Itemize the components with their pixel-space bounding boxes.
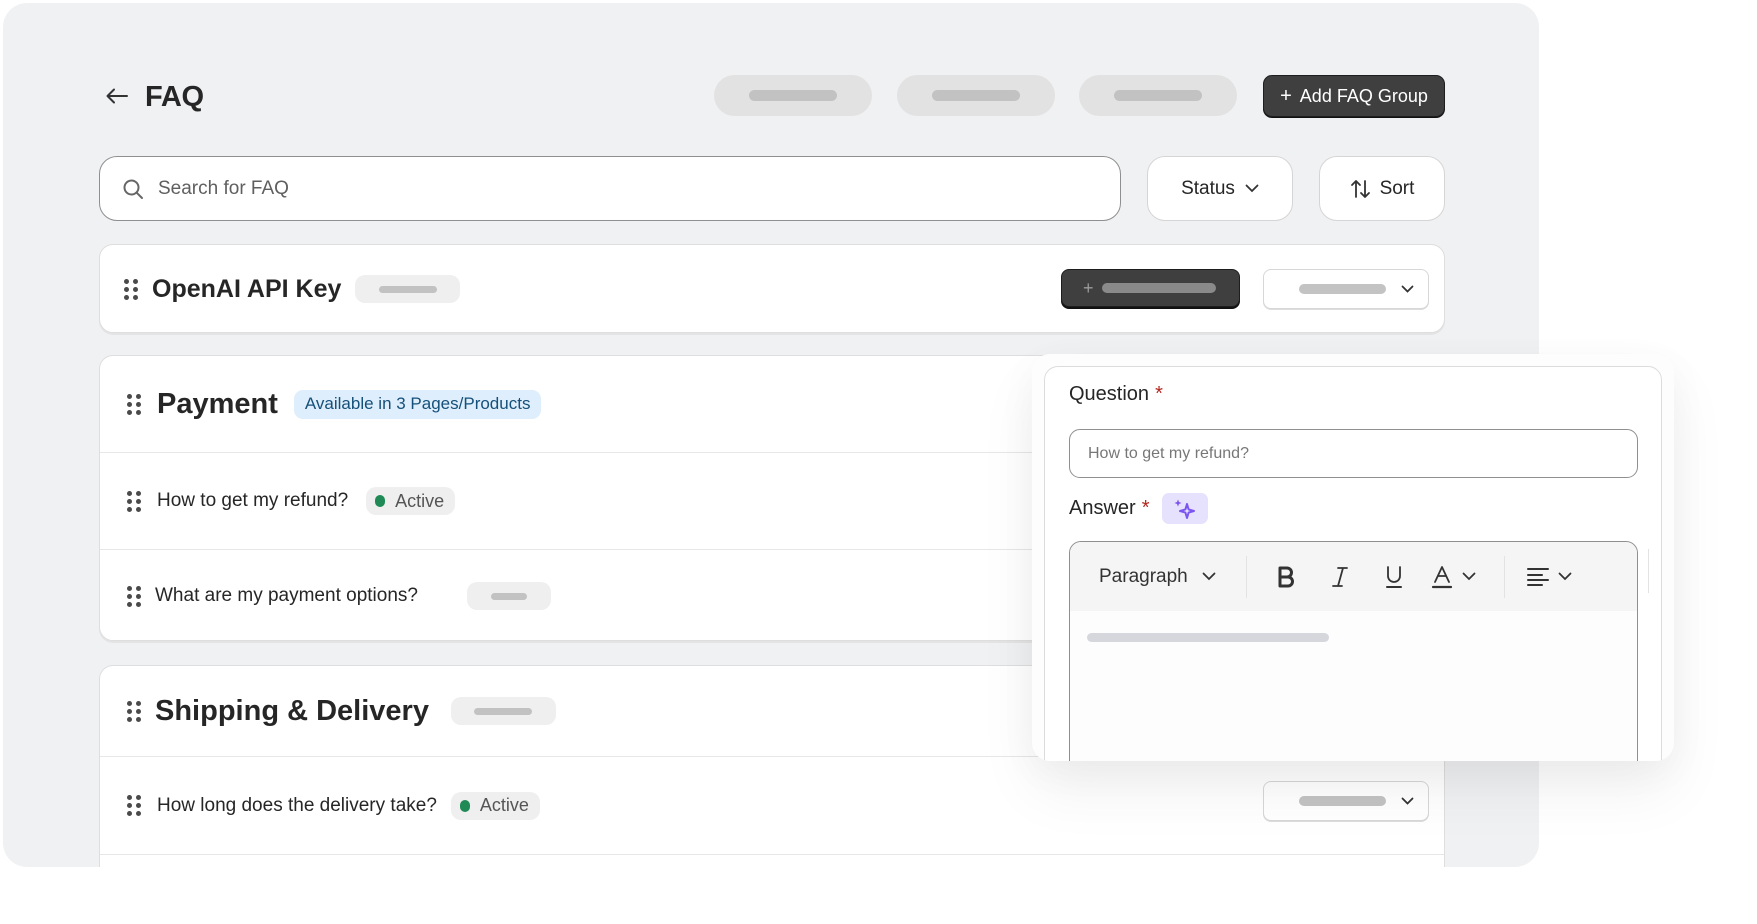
faq-question: How long does the delivery take? <box>157 794 437 816</box>
group-badge-placeholder <box>450 697 556 725</box>
sort-arrows-icon <box>1350 179 1370 198</box>
faq-item-row[interactable]: How long does the delivery take? Active <box>100 756 1444 854</box>
item-status-select[interactable] <box>1263 781 1429 821</box>
editor-toolbar: Paragraph <box>1070 542 1637 611</box>
bold-button[interactable] <box>1269 560 1303 594</box>
placeholder-bar <box>378 285 437 293</box>
search-input[interactable] <box>158 177 1058 200</box>
faq-editor-card: Question * Answer * Paragraph <box>1044 366 1662 761</box>
back-button[interactable] <box>104 83 130 109</box>
faq-group-card: OpenAI API Key + <box>99 244 1445 333</box>
chevron-down-icon <box>1462 572 1476 581</box>
toolbar-divider <box>1503 555 1505 598</box>
question-input[interactable] <box>1069 429 1638 478</box>
placeholder-bar <box>474 707 533 715</box>
add-faq-group-label: Add FAQ Group <box>1299 85 1428 106</box>
status-label: Active <box>395 490 445 511</box>
drag-handle-icon[interactable] <box>127 795 141 816</box>
bold-icon <box>1278 566 1294 587</box>
drag-handle-icon[interactable] <box>127 490 141 512</box>
required-mark: * <box>1155 383 1163 405</box>
italic-icon <box>1331 566 1348 587</box>
required-mark: * <box>1141 497 1150 519</box>
placeholder-bar <box>1299 796 1386 806</box>
sort-button[interactable]: Sort <box>1319 156 1445 221</box>
group-title: Shipping & Delivery <box>155 694 429 727</box>
group-badge-placeholder <box>355 275 461 303</box>
chevron-down-icon <box>1558 572 1572 581</box>
placeholder-pill[interactable] <box>1079 75 1237 116</box>
status-dot-icon <box>375 495 386 507</box>
status-filter-label: Status <box>1181 177 1235 199</box>
answer-label-text: Answer <box>1069 497 1136 519</box>
chevron-down-icon <box>1202 572 1216 581</box>
text-color-icon <box>1431 565 1452 588</box>
chevron-down-icon <box>1245 184 1259 193</box>
sort-label: Sort <box>1379 177 1415 199</box>
text-color-dropdown[interactable] <box>1431 565 1476 589</box>
placeholder-bar <box>932 90 1020 101</box>
plus-icon: + <box>1280 84 1292 107</box>
plus-icon: + <box>1083 277 1094 298</box>
paragraph-style-label: Paragraph <box>1099 565 1188 587</box>
faq-item-row[interactable] <box>100 854 1444 867</box>
status-badge-placeholder <box>466 582 551 610</box>
status-badge: Active <box>366 487 456 515</box>
question-label: Question * <box>1069 383 1163 406</box>
placeholder-bar <box>749 90 837 101</box>
chevron-down-icon <box>1401 285 1414 293</box>
group-header: OpenAI API Key <box>100 245 1444 333</box>
placeholder-bar <box>1114 90 1202 101</box>
placeholder-bar <box>1101 283 1216 293</box>
drag-handle-icon[interactable] <box>127 700 141 722</box>
ai-generate-button[interactable] <box>1161 493 1208 524</box>
align-dropdown[interactable] <box>1526 567 1572 587</box>
search-icon <box>123 179 143 199</box>
faq-question: How to get my refund? <box>157 490 349 511</box>
add-faq-group-button[interactable]: + Add FAQ Group <box>1263 75 1445 117</box>
status-badge: Active <box>450 791 540 820</box>
underline-button[interactable] <box>1377 560 1411 594</box>
placeholder-bar <box>1299 284 1386 294</box>
italic-button[interactable] <box>1323 560 1357 594</box>
arrow-left-icon <box>106 88 128 104</box>
placeholder-bar <box>490 592 527 600</box>
chevron-down-icon <box>1401 797 1414 805</box>
availability-badge: Available in 3 Pages/Products <box>293 389 542 419</box>
underline-icon <box>1385 565 1402 588</box>
status-dot-icon <box>459 799 470 812</box>
toolbar-divider <box>1648 549 1649 593</box>
paragraph-style-dropdown[interactable]: Paragraph <box>1099 566 1216 588</box>
group-status-select[interactable] <box>1263 269 1429 309</box>
faq-editor-popup: Question * Answer * Paragraph <box>1032 354 1674 761</box>
answer-label: Answer * <box>1069 493 1208 524</box>
placeholder-bar <box>1087 633 1329 642</box>
search-field[interactable] <box>99 156 1121 221</box>
group-title: Payment <box>157 387 278 420</box>
drag-handle-icon[interactable] <box>124 278 138 300</box>
sparkle-icon <box>1174 499 1195 519</box>
placeholder-pill[interactable] <box>714 75 872 116</box>
placeholder-pill[interactable] <box>897 75 1055 116</box>
status-filter-button[interactable]: Status <box>1147 156 1293 221</box>
page-title: FAQ <box>145 81 204 113</box>
drag-handle-icon[interactable] <box>127 393 141 415</box>
editor-content-area[interactable] <box>1070 611 1637 664</box>
answer-rich-text-editor[interactable]: Paragraph <box>1069 541 1638 761</box>
faq-question: What are my payment options? <box>155 585 418 606</box>
question-label-text: Question <box>1069 383 1150 405</box>
align-left-icon <box>1526 567 1549 586</box>
add-question-button[interactable]: + <box>1061 269 1240 307</box>
status-label: Active <box>479 795 529 815</box>
group-title: OpenAI API Key <box>152 274 342 303</box>
toolbar-divider <box>1245 555 1247 598</box>
drag-handle-icon[interactable] <box>127 585 141 607</box>
